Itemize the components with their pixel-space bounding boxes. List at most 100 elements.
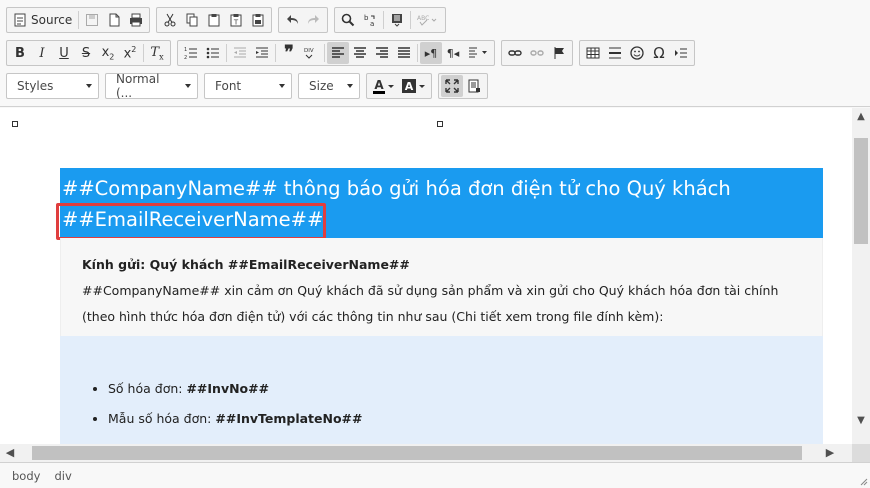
separator [275,44,276,62]
chevron-down-icon [86,84,92,88]
superscript-button[interactable]: x2 [119,42,141,64]
blockquote-icon: ❞ [284,42,294,63]
resize-handle[interactable] [437,121,443,127]
scroll-up-icon[interactable]: ▲ [856,112,866,122]
tools-group [438,73,488,99]
resize-grip-icon[interactable] [858,476,868,486]
path-item-body[interactable]: body [12,469,40,483]
scroll-down-icon[interactable]: ▼ [856,416,866,426]
vertical-scrollbar[interactable]: ▲ ▼ [852,108,870,444]
list-item-value: ##InvTemplateNo## [215,411,363,426]
clipboard-group: T [156,7,273,33]
styles-dropdown[interactable]: Styles [6,73,99,99]
outdent-button[interactable] [229,42,251,64]
vertical-scroll-thumb[interactable] [854,138,868,244]
show-blocks-button[interactable] [463,75,485,97]
source-icon [14,13,26,27]
numbered-list-button[interactable]: 12 [180,42,202,64]
table-button[interactable] [582,42,604,64]
maximize-icon [445,79,459,93]
horizontal-scroll-thumb[interactable] [32,446,802,460]
paste-text-button[interactable]: T [225,9,247,31]
path-item-div[interactable]: div [54,469,71,483]
print-button[interactable] [125,9,147,31]
subscript-button[interactable]: x2 [97,42,119,64]
paste-button[interactable] [203,9,225,31]
scroll-left-icon[interactable]: ◀ [4,447,16,459]
horizontal-rule-button[interactable] [604,42,626,64]
source-button[interactable]: Source [9,9,76,31]
find-button[interactable] [337,9,359,31]
replace-button[interactable]: ba [359,9,381,31]
list-item-value: ##InvNo## [186,381,270,396]
cut-button[interactable] [159,9,181,31]
italic-button[interactable]: I [31,42,53,64]
align-center-icon [354,47,366,58]
scrollbar-corner [852,444,870,462]
underline-button[interactable]: U [53,42,75,64]
copy-button[interactable] [181,9,203,31]
links-group [501,40,573,66]
create-div-button[interactable]: DIV [300,42,322,64]
save-button[interactable] [81,9,103,31]
link-icon [508,50,522,56]
text-color-swatch [373,90,385,94]
size-dropdown[interactable]: Size [298,73,360,99]
maximize-button[interactable] [441,75,463,97]
bold-icon: B [15,45,25,61]
undo-button[interactable] [281,9,303,31]
ltr-button[interactable]: ▸¶ [420,42,442,64]
align-right-button[interactable] [371,42,393,64]
bg-color-letter: A [404,79,414,93]
svg-text:b: b [364,14,369,22]
new-page-button[interactable] [103,9,125,31]
anchor-button[interactable] [548,42,570,64]
chevron-down-icon [388,84,394,88]
spellcheck-button[interactable]: ABC [413,9,443,31]
page-break-button[interactable] [670,42,692,64]
special-char-button[interactable]: Ω [648,42,670,64]
rtl-icon: ¶◂ [446,46,460,60]
horizontal-scrollbar[interactable]: ◀ ▶ [0,444,852,462]
rtl-button[interactable]: ¶◂ [442,42,464,64]
invoice-details-list: Số hóa đơn: ##InvNo## Mẫu số hóa đơn: ##… [108,374,363,434]
bold-button[interactable]: B [9,42,31,64]
spellcheck-icon: ABC [417,15,437,26]
scroll-right-icon[interactable]: ▶ [824,447,836,459]
element-path-bar: body div [0,462,870,488]
strike-button[interactable]: S [75,42,97,64]
subscript-icon: x2 [101,44,115,62]
text-color-letter: A [374,77,384,92]
language-button[interactable] [464,42,492,64]
resize-handle[interactable] [12,121,18,127]
greeting-salutation: Kính gửi: Quý khách ##EmailReceiverName#… [82,257,410,272]
format-dropdown[interactable]: Normal (... [105,72,198,100]
list-item: Mẫu số hóa đơn: ##InvTemplateNo## [108,404,363,434]
select-all-button[interactable] [386,9,408,31]
smiley-button[interactable] [626,42,648,64]
redo-button[interactable] [303,9,325,31]
bulleted-list-icon [206,47,219,59]
justify-button[interactable] [393,42,415,64]
separator [226,44,227,62]
align-left-button[interactable] [327,42,349,64]
omega-icon: Ω [653,44,665,62]
link-button[interactable] [504,42,526,64]
remove-format-button[interactable]: Tx [146,42,168,64]
greeting-body-line-1: ##CompanyName## xin cảm ơn Quý khách đã … [82,283,779,298]
create-div-icon: DIV [304,48,314,59]
svg-text:1: 1 [184,47,187,53]
flag-icon [554,47,564,59]
blockquote-button[interactable]: ❞ [278,42,300,64]
align-center-button[interactable] [349,42,371,64]
paste-word-button[interactable] [247,9,269,31]
text-color-button[interactable]: A [369,75,398,97]
unlink-button[interactable] [526,42,548,64]
bg-color-button[interactable]: A [398,75,429,97]
separator [324,44,325,62]
bulleted-list-button[interactable] [202,42,224,64]
editor-content-area[interactable]: ##CompanyName## thông báo gửi hóa đơn đi… [0,108,852,444]
indent-button[interactable] [251,42,273,64]
basic-styles-group: B I U S x2 x2 Tx [6,40,171,66]
font-dropdown[interactable]: Font [204,73,292,99]
